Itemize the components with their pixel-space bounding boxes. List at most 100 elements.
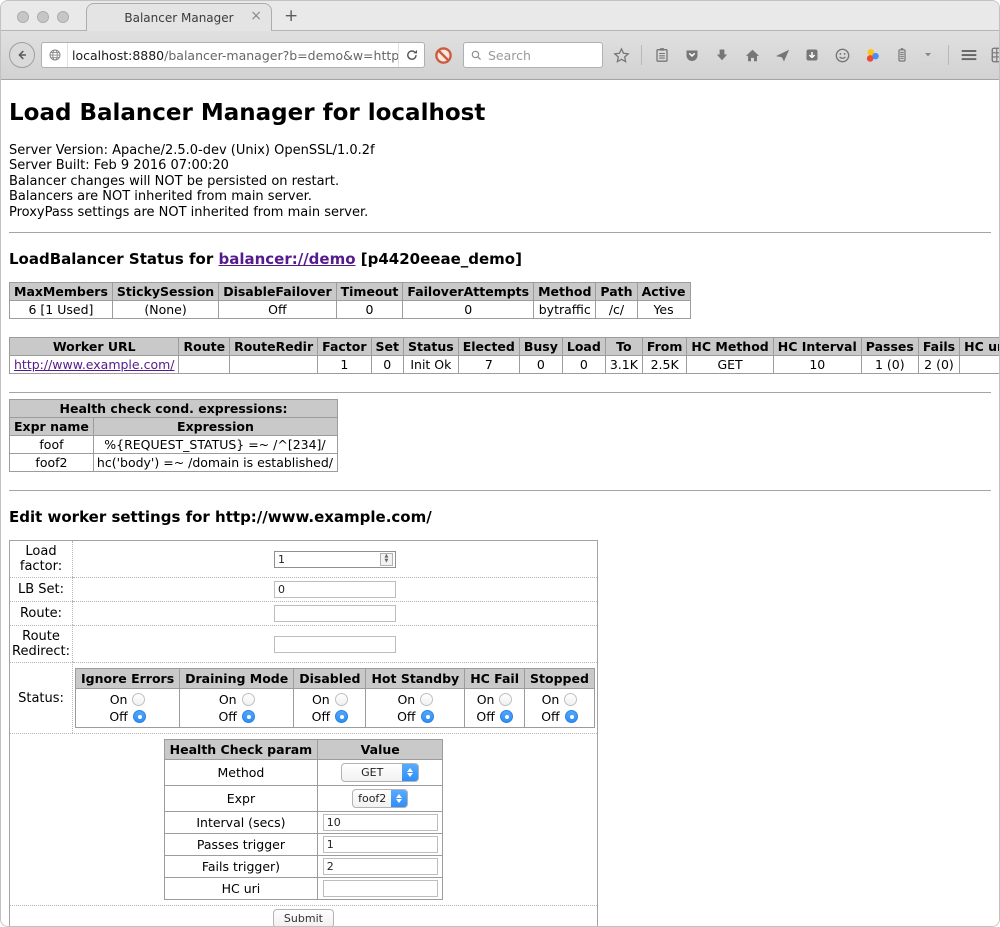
status-off-radio[interactable] — [565, 710, 578, 723]
worker-column-header: Route — [179, 338, 230, 356]
route-redirect-input[interactable] — [274, 636, 396, 653]
globe-icon — [48, 48, 62, 62]
status-on-radio[interactable] — [564, 693, 577, 706]
status-label: Status: — [10, 662, 73, 733]
load-factor-input[interactable] — [274, 551, 396, 568]
window-close-button[interactable] — [17, 11, 29, 23]
bookmark-star-button[interactable] — [609, 43, 633, 67]
server-info-line: Server Built: Feb 9 2016 07:00:20 — [9, 158, 991, 173]
url-bar[interactable]: localhost:8880/balancer-manager?b=demo&w… — [41, 42, 425, 68]
battery-extension-button[interactable] — [890, 43, 914, 67]
tab-balancer-manager[interactable]: Balancer Manager × — [86, 3, 272, 31]
worker-column-header: Load — [562, 338, 605, 356]
status-radio-cell: OnOff — [525, 689, 595, 728]
balancer-column-header: Timeout — [336, 283, 403, 301]
emoji-extension-button[interactable] — [830, 43, 854, 67]
hc-column-header: Health Check param — [164, 740, 318, 760]
window-zoom-button[interactable] — [57, 11, 69, 23]
hc-param-label: Method — [164, 760, 318, 786]
worker-column-header: HC Interval — [773, 338, 861, 356]
worker-column-header: To — [605, 338, 642, 356]
reading-list-button[interactable] — [650, 43, 674, 67]
status-on-radio[interactable] — [499, 693, 512, 706]
status-off-radio[interactable] — [133, 710, 146, 723]
status-radio-cell: OnOff — [180, 689, 294, 728]
lb-set-input[interactable] — [274, 581, 396, 598]
browser-window: Balancer Manager × + localhost:8880/bala… — [0, 0, 1000, 927]
status-column-header: Draining Mode — [180, 669, 294, 689]
method-select[interactable]: GET — [341, 763, 419, 782]
field-label: Route Redirect: — [10, 625, 73, 662]
hc-param-label: Passes trigger — [164, 834, 318, 856]
pocket-button[interactable] — [680, 43, 704, 67]
tab-close-icon[interactable]: × — [250, 9, 262, 23]
url-path: /balancer-manager?b=demo&w=http://www.ex… — [164, 48, 398, 63]
reload-button[interactable] — [398, 43, 424, 67]
status-on-radio[interactable] — [420, 693, 433, 706]
hc-param-label: HC uri — [164, 878, 318, 900]
toolbar-divider — [641, 45, 642, 65]
status-radio-table: Ignore ErrorsDraining ModeDisabledHot St… — [75, 668, 595, 728]
window-minimize-button[interactable] — [37, 11, 49, 23]
hc-value-cell — [318, 856, 443, 878]
hc-column-header: Value — [318, 740, 443, 760]
worker-column-header: Status — [404, 338, 459, 356]
page-content: Load Balancer Manager for localhost Serv… — [1, 80, 999, 926]
radio-label: Off — [541, 709, 559, 724]
overflow-caret-button[interactable] — [916, 43, 940, 67]
balancer-demo-link[interactable]: balancer://demo — [218, 250, 355, 268]
status-off-radio[interactable] — [242, 710, 255, 723]
worker-cell: 0 — [562, 356, 605, 374]
status-on-radio[interactable] — [132, 693, 145, 706]
radio-option: On — [185, 691, 288, 708]
colors-extension-button[interactable] — [860, 43, 884, 67]
status-on-radio[interactable] — [242, 693, 255, 706]
hc-uri-input[interactable] — [323, 880, 438, 897]
submit-button[interactable]: Submit — [273, 909, 334, 926]
select-stepper-icon — [391, 790, 407, 807]
hc-value-cell: GET — [318, 760, 443, 786]
form-field-row: Load factor:▲▼ — [10, 541, 597, 577]
worker-url-link[interactable]: http://www.example.com/ — [14, 357, 174, 372]
site-identity-button[interactable] — [42, 43, 68, 67]
radio-option: On — [470, 691, 519, 708]
fails-trigger-input[interactable] — [323, 858, 438, 875]
new-tab-button[interactable]: + — [284, 8, 298, 25]
form-field-row: Route Redirect: — [10, 625, 597, 662]
radio-label: Off — [476, 709, 494, 724]
status-row: Status: Ignore ErrorsDraining ModeDisabl… — [10, 662, 597, 733]
number-spinner-icon[interactable]: ▲▼ — [380, 553, 393, 566]
server-info-line: Server Version: Apache/2.5.0-dev (Unix) … — [9, 143, 991, 158]
interval-secs-input[interactable] — [323, 814, 438, 831]
route-input[interactable] — [274, 605, 396, 622]
balancer-column-header: Active — [637, 283, 690, 301]
status-off-radio[interactable] — [421, 710, 434, 723]
download-box-button[interactable] — [800, 43, 824, 67]
url-text[interactable]: localhost:8880/balancer-manager?b=demo&w… — [68, 48, 398, 63]
status-off-radio[interactable] — [500, 710, 513, 723]
expr-name-cell: foof2 — [10, 454, 94, 472]
search-bar[interactable]: Search — [463, 42, 603, 68]
status-column-header: Ignore Errors — [76, 669, 180, 689]
loadbalancer-status-heading: LoadBalancer Status for balancer://demo … — [9, 250, 991, 268]
menu-button[interactable] — [957, 43, 981, 67]
worker-cell: 0 — [519, 356, 562, 374]
passes-trigger-input[interactable] — [323, 836, 438, 853]
submit-row: Submit — [10, 905, 597, 926]
table-row: Exprfoof2 — [164, 786, 443, 812]
emoji-icon — [834, 47, 851, 64]
worker-cell: 7 — [458, 356, 519, 374]
back-button[interactable] — [9, 42, 35, 68]
status-column-header: Hot Standby — [366, 669, 465, 689]
table-row: Method GET — [164, 760, 443, 786]
status-off-radio[interactable] — [335, 710, 348, 723]
tiles-extension-button[interactable] — [987, 43, 1000, 67]
expr-select[interactable]: foof2 — [352, 789, 408, 808]
expr-value-cell: %{REQUEST_STATUS} =~ /^[234]/ — [93, 436, 337, 454]
downloads-button[interactable] — [710, 43, 734, 67]
content-blocker-button[interactable] — [431, 43, 455, 67]
home-button[interactable] — [740, 43, 764, 67]
worker-cell: 0 — [371, 356, 403, 374]
send-tab-button[interactable] — [770, 43, 794, 67]
status-on-radio[interactable] — [335, 693, 348, 706]
